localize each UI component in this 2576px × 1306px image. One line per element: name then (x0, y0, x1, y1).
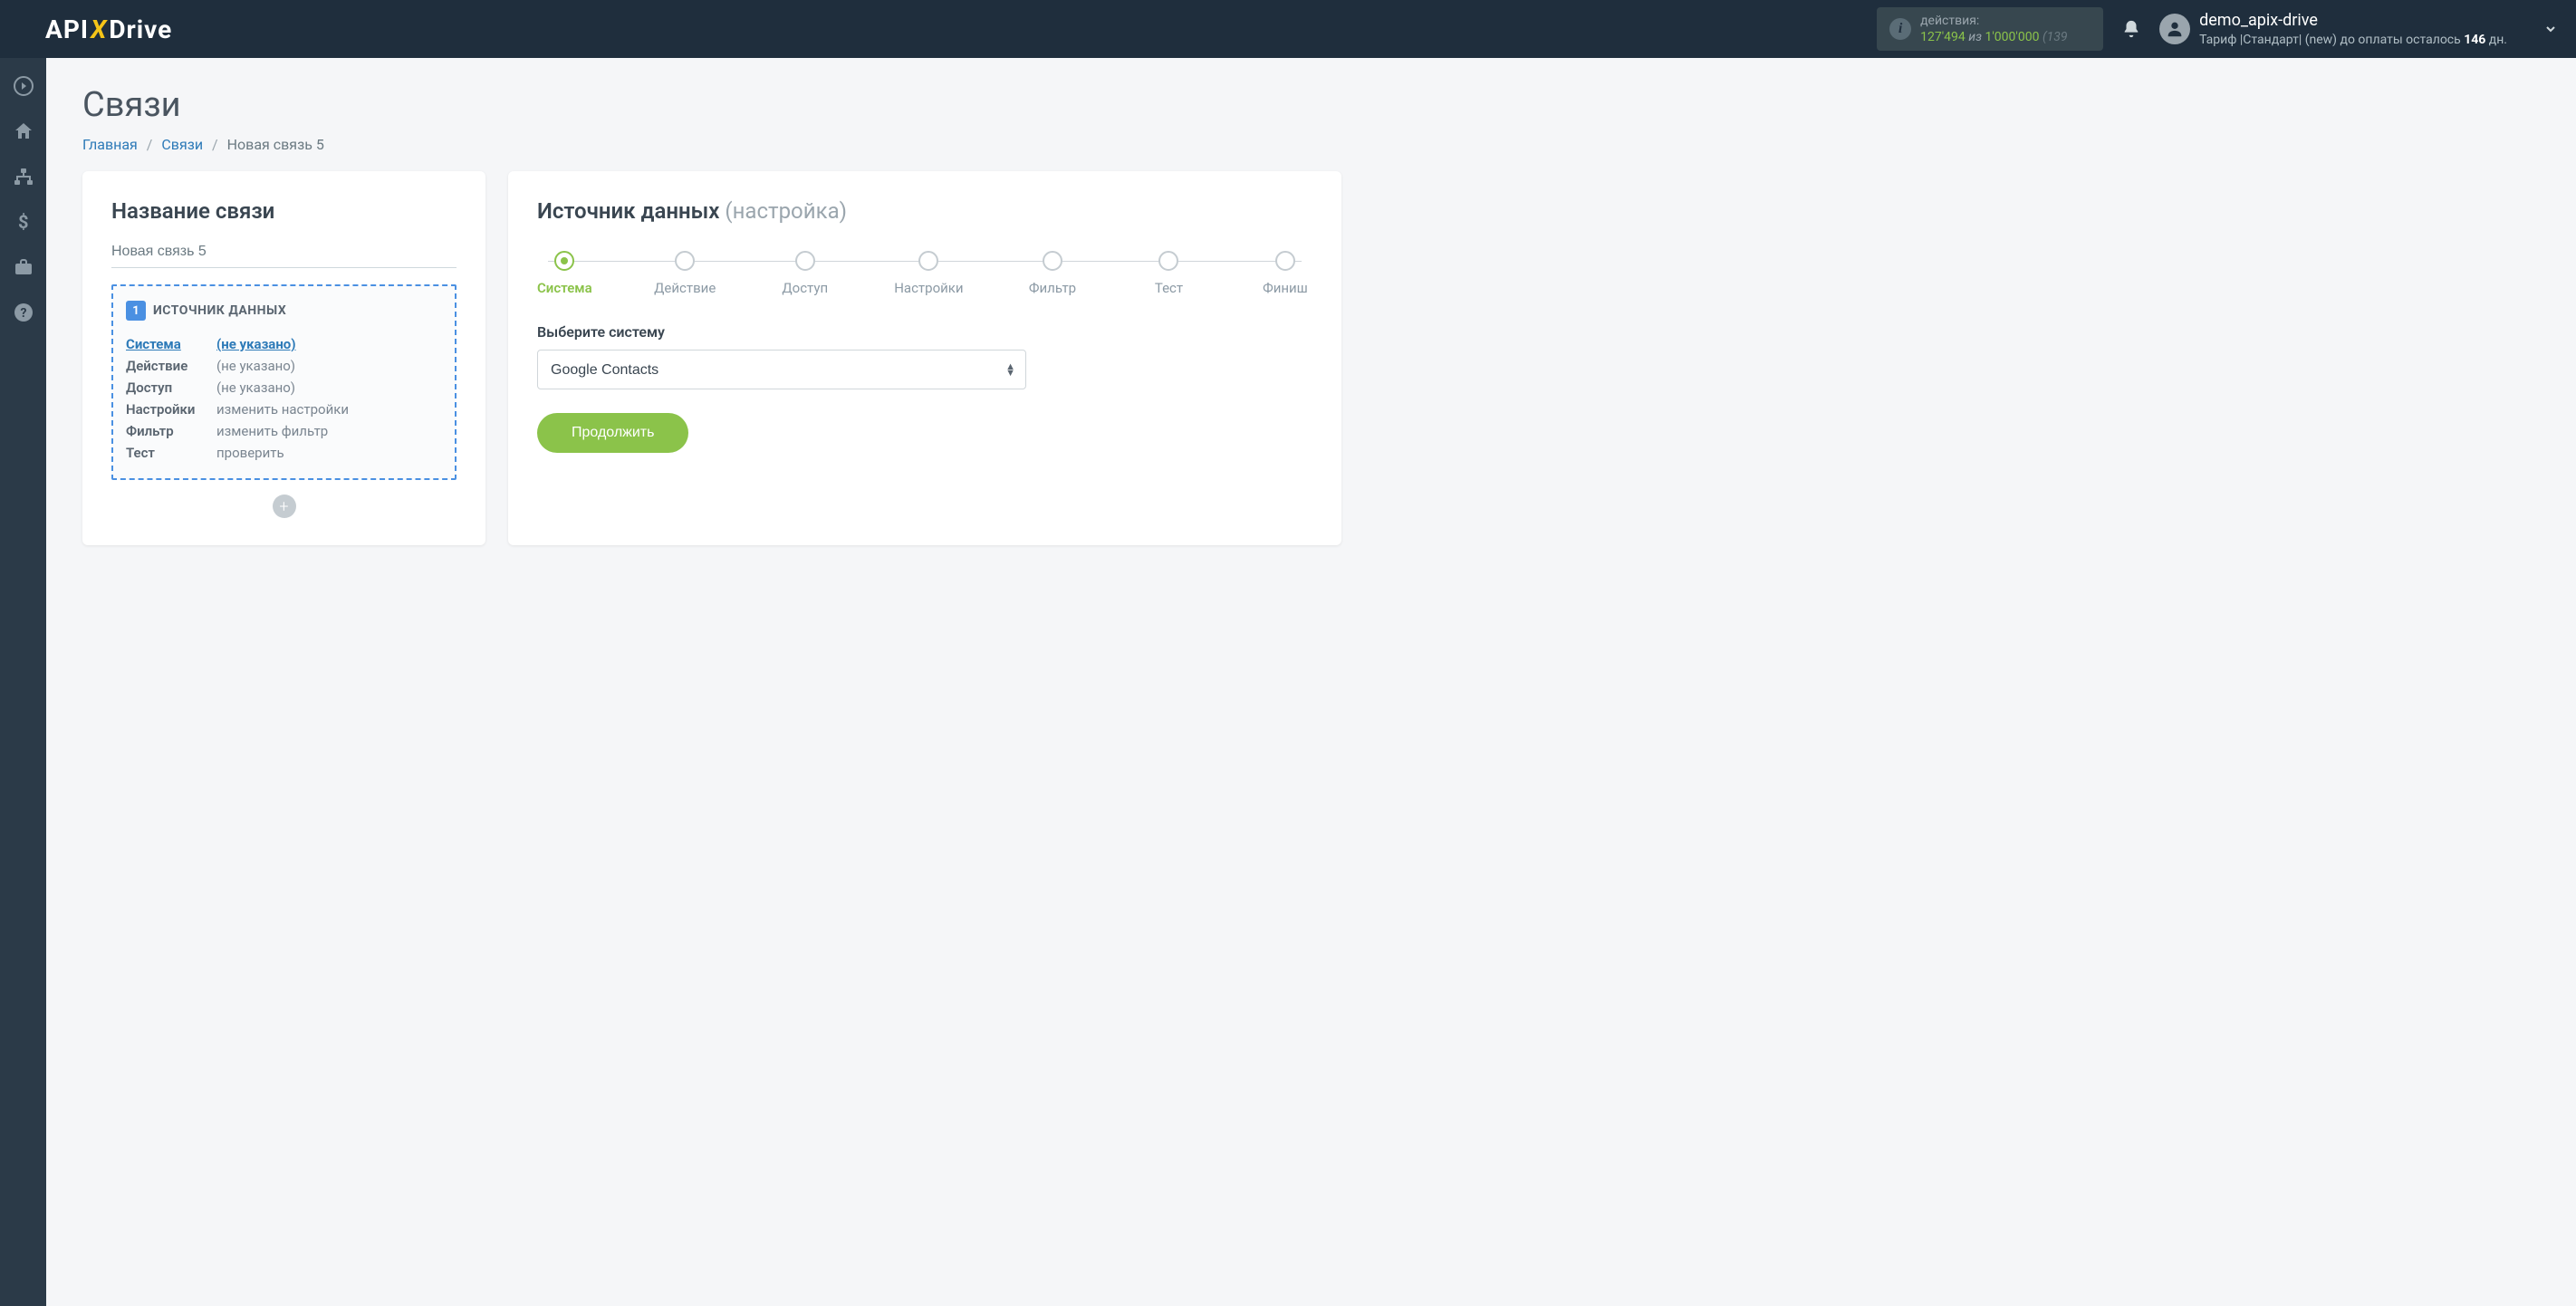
svg-text:$: $ (18, 211, 28, 233)
step-0[interactable]: Система (537, 251, 592, 296)
cfg-label: Действие (126, 358, 216, 374)
sidebar-item-connections[interactable] (0, 156, 46, 197)
left-card-title: Название связи (111, 198, 457, 224)
system-select-wrap: Google Contacts ▲▼ (537, 350, 1026, 389)
actions-label: действия: (1920, 13, 2067, 29)
step-3[interactable]: Настройки (894, 251, 963, 296)
logo[interactable]: APIXDrive (45, 14, 172, 44)
actions-suffix: (139 (2043, 30, 2068, 44)
logo-api: API (45, 14, 89, 44)
cfg-row-1[interactable]: Действие(не указано) (126, 355, 442, 377)
step-circle (554, 251, 574, 271)
cfg-value: (не указано) (216, 358, 295, 374)
sidebar-item-billing[interactable]: $ (0, 201, 46, 243)
card-source-setup: Источник данных (настройка) Система Дейст… (508, 171, 1341, 545)
user-name: demo_apix-drive (2199, 10, 2507, 31)
sidebar: $ ? (0, 58, 46, 1306)
svg-text:?: ? (20, 306, 26, 321)
step-4[interactable]: Фильтр (1025, 251, 1080, 296)
sidebar-item-home[interactable] (0, 110, 46, 152)
cfg-value: проверить (216, 445, 284, 461)
sidebar-item-enter[interactable] (0, 65, 46, 107)
cfg-value: (не указано) (216, 336, 296, 352)
actions-of: из (1968, 30, 1982, 44)
logo-drive: Drive (109, 14, 172, 44)
card-connection-name: Название связи 1 ИСТОЧНИК ДАННЫХ Система… (82, 171, 485, 545)
avatar-icon (2159, 14, 2190, 44)
cfg-label: Настройки (126, 401, 216, 418)
connection-name-input[interactable] (111, 240, 457, 268)
step-2[interactable]: Доступ (778, 251, 832, 296)
user-menu[interactable]: demo_apix-drive Тариф |Стандарт| (new) д… (2159, 10, 2558, 48)
cfg-value: изменить настройки (216, 401, 349, 418)
actions-box[interactable]: i действия: 127'494 из 1'000'000 (139 (1877, 7, 2103, 51)
header: APIXDrive i действия: 127'494 из 1'000'0… (0, 0, 2576, 58)
add-block-button[interactable]: + (273, 495, 296, 518)
step-circle (795, 251, 815, 271)
cfg-row-2[interactable]: Доступ(не указано) (126, 377, 442, 399)
chevron-down-icon (2543, 22, 2558, 36)
cfg-value: (не указано) (216, 379, 295, 396)
cfg-row-0[interactable]: Система(не указано) (126, 333, 442, 355)
step-label: Фильтр (1029, 280, 1076, 296)
step-circle (1158, 251, 1178, 271)
step-circle (1275, 251, 1295, 271)
cfg-row-3[interactable]: Настройкиизменить настройки (126, 399, 442, 420)
main-content: Связи Главная / Связи / Новая связь 5 На… (46, 58, 2576, 1306)
box-number: 1 (126, 301, 146, 321)
step-circle (675, 251, 695, 271)
cfg-value: изменить фильтр (216, 423, 328, 439)
actions-text: действия: 127'494 из 1'000'000 (139 (1920, 13, 2067, 45)
bell-icon[interactable] (2121, 19, 2141, 39)
breadcrumb-current: Новая связь 5 (227, 136, 324, 153)
sidebar-item-briefcase[interactable] (0, 246, 46, 288)
user-plan: Тариф |Стандарт| (new) до оплаты осталос… (2199, 32, 2507, 48)
system-select[interactable]: Google Contacts (537, 350, 1026, 389)
step-label: Настройки (894, 280, 963, 296)
actions-total: 1'000'000 (1985, 30, 2039, 44)
cfg-label: Система (126, 336, 216, 352)
breadcrumb: Главная / Связи / Новая связь 5 (82, 136, 2540, 153)
page-title: Связи (82, 85, 2540, 125)
step-6[interactable]: Финиш (1258, 251, 1312, 296)
box-title: ИСТОЧНИК ДАННЫХ (153, 303, 286, 318)
logo-x: X (91, 14, 107, 44)
sidebar-item-help[interactable]: ? (0, 292, 46, 333)
cfg-row-4[interactable]: Фильтризменить фильтр (126, 420, 442, 442)
cfg-label: Тест (126, 445, 216, 461)
right-card-title: Источник данных (настройка) (537, 198, 1312, 224)
step-5[interactable]: Тест (1141, 251, 1196, 296)
step-label: Действие (654, 280, 716, 296)
step-label: Тест (1155, 280, 1183, 296)
stepper: Система Действие Доступ Настройки Фильтр Тест… (537, 251, 1312, 296)
step-circle (1043, 251, 1062, 271)
step-circle (918, 251, 938, 271)
actions-count: 127'494 (1920, 30, 1966, 44)
step-label: Финиш (1263, 280, 1308, 296)
info-icon: i (1889, 18, 1911, 40)
cfg-row-5[interactable]: Тестпроверить (126, 442, 442, 464)
breadcrumb-home[interactable]: Главная (82, 136, 138, 153)
cfg-label: Доступ (126, 379, 216, 396)
cfg-label: Фильтр (126, 423, 216, 439)
step-1[interactable]: Действие (654, 251, 716, 296)
breadcrumb-links[interactable]: Связи (161, 136, 203, 153)
source-config-box: 1 ИСТОЧНИК ДАННЫХ Система(не указано)Дей… (111, 284, 457, 480)
step-label: Система (537, 280, 592, 296)
user-text: demo_apix-drive Тариф |Стандарт| (new) д… (2199, 10, 2507, 48)
step-label: Доступ (782, 280, 828, 296)
system-select-label: Выберите систему (537, 323, 1312, 341)
continue-button[interactable]: Продолжить (537, 413, 688, 453)
